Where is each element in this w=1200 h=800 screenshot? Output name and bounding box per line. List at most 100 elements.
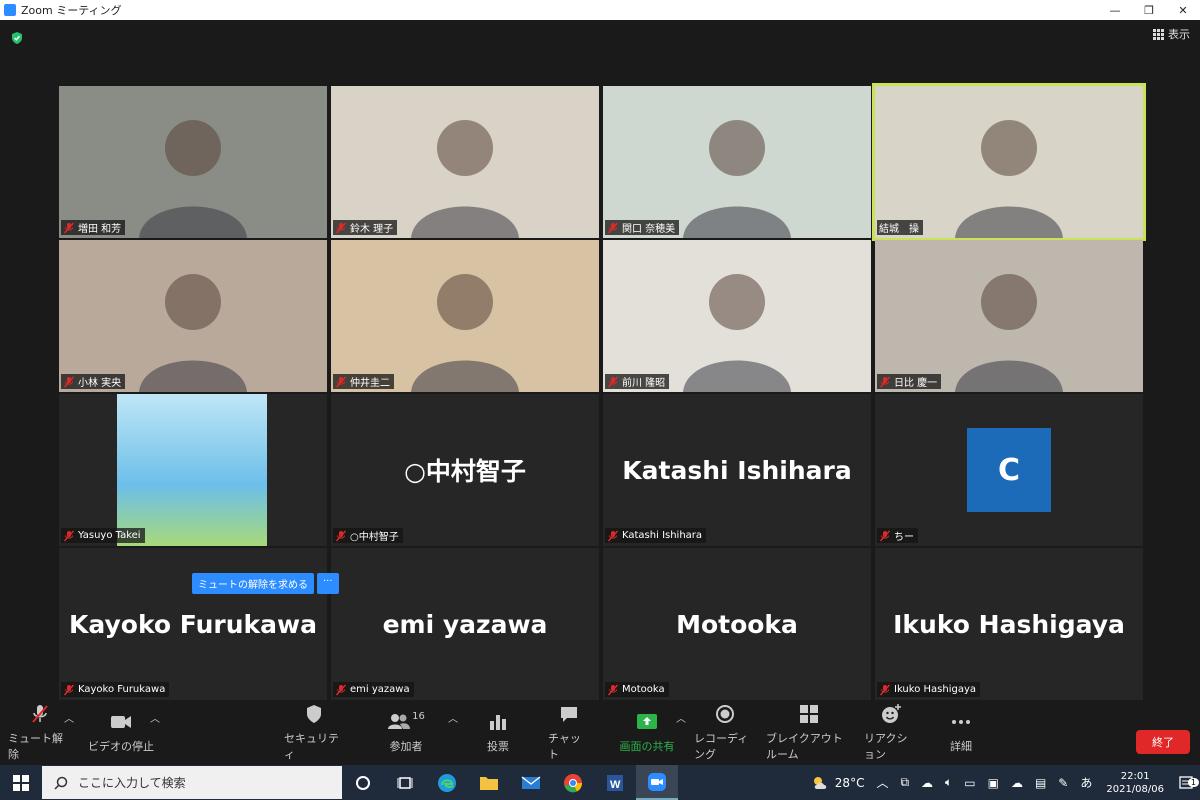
participant-tile[interactable]: ○中村智子 ○中村智子 — [331, 394, 599, 546]
edge-browser-icon — [438, 773, 456, 792]
cortana-circle-icon — [356, 775, 370, 790]
participant-tile[interactable]: C ちー — [875, 394, 1143, 546]
stop-video-button[interactable]: ビデオの停止 — [88, 700, 154, 765]
video-options-chevron-icon[interactable]: ︿ — [150, 710, 160, 725]
start-button[interactable] — [0, 765, 42, 800]
participant-display-name: ○中村智子 — [404, 457, 526, 486]
taskbar-search-box[interactable]: ここに入力して検索 — [42, 766, 342, 799]
participant-name-label: 増田 和芳 — [61, 220, 126, 235]
taskbar-word[interactable]: W — [594, 765, 636, 800]
participant-tile[interactable]: emi yazawa emi yazawa — [331, 548, 599, 700]
share-screen-button[interactable]: 画面の共有 — [618, 700, 676, 765]
polls-button[interactable]: 投票 — [478, 700, 518, 765]
participant-tile[interactable]: Yasuyo Takei — [59, 394, 327, 546]
share-options-chevron-icon[interactable]: ︿ — [676, 710, 686, 725]
tray-app-icon[interactable]: ⧉ — [894, 775, 915, 790]
share-screen-label: 画面の共有 — [619, 740, 675, 753]
ime-indicator[interactable]: あ — [1074, 774, 1098, 791]
participant-display-name: Kayoko Furukawa — [69, 609, 317, 639]
participant-tile[interactable]: 日比 慶一 — [875, 240, 1143, 392]
window-title: Zoom ミーティング — [21, 4, 122, 17]
tray-overflow-chevron-icon[interactable]: ︿ — [870, 774, 894, 791]
word-doc-icon: W — [607, 774, 623, 791]
participant-person-silhouette — [139, 274, 247, 392]
participant-name-label: Kayoko Furukawa — [61, 682, 170, 697]
muted-mic-icon — [335, 530, 347, 541]
reactions-button[interactable]: リアクション — [864, 700, 918, 765]
speaker-volume-icon[interactable]: 🔈︎ — [939, 775, 958, 790]
chat-bubble-icon — [561, 707, 577, 722]
pen-icon[interactable]: ✎ — [1052, 776, 1074, 790]
participants-label: 参加者 — [389, 740, 423, 753]
participant-tile[interactable]: 前川 隆昭 — [603, 240, 871, 392]
taskbar-zoom[interactable] — [636, 765, 678, 800]
participant-name: 関口 奈穂美 — [622, 224, 676, 235]
breakout-rooms-label: ブレイクアウトルーム — [766, 732, 843, 761]
participant-name: 鈴木 理子 — [350, 224, 394, 235]
taskbar-mail[interactable] — [510, 765, 552, 800]
end-meeting-button[interactable]: 終了 — [1136, 730, 1190, 754]
chat-button[interactable]: チャット — [548, 700, 590, 765]
video-camera-icon — [111, 716, 131, 728]
gift-app-icon[interactable]: ▣ — [982, 776, 1005, 790]
participant-person-silhouette — [955, 274, 1063, 392]
onedrive-cloud-icon[interactable]: ☁ — [915, 776, 939, 790]
participant-video — [875, 240, 1143, 392]
security-shield-icon — [307, 705, 321, 723]
participant-video — [875, 86, 1143, 238]
taskbar-clock[interactable]: 22:01 2021/08/06 — [1098, 770, 1172, 796]
folder-icon — [480, 776, 498, 790]
notification-count: 1 — [1187, 777, 1199, 787]
participant-tile[interactable]: Kayoko Furukawa Kayoko Furukawa — [59, 548, 327, 700]
muted-mic-icon — [335, 222, 347, 233]
participant-tile[interactable]: Katashi Ishihara Katashi Ishihara — [603, 394, 871, 546]
participant-name-label: emi yazawa — [333, 682, 414, 697]
participant-more-button[interactable]: ··· — [317, 573, 339, 594]
participant-name: 増田 和芳 — [78, 224, 122, 235]
weather-widget[interactable]: 28°C — [805, 775, 871, 791]
cloud-upload-icon[interactable]: ☁ — [1005, 776, 1029, 790]
minimize-button[interactable]: — — [1098, 0, 1132, 20]
participant-tile[interactable]: 小林 実央 — [59, 240, 327, 392]
unmute-button[interactable]: ミュート解除 — [8, 700, 72, 765]
participant-tile[interactable]: 仲井圭二 — [331, 240, 599, 392]
participant-name-label: 関口 奈穂美 — [605, 220, 680, 235]
participant-name-label: Yasuyo Takei — [61, 528, 145, 543]
maximize-button[interactable]: ❐ — [1132, 0, 1166, 20]
view-button[interactable]: 表示 — [1153, 26, 1190, 42]
ask-to-unmute-button[interactable]: ミュートの解除を求める — [192, 573, 314, 594]
more-button[interactable]: 詳細 — [940, 700, 982, 765]
notification-center-button[interactable]: 1 — [1172, 775, 1200, 791]
recording-button[interactable]: レコーディング — [694, 700, 756, 765]
share-screen-icon — [637, 714, 657, 729]
close-button[interactable]: ✕ — [1166, 0, 1200, 20]
taskbar-file-explorer[interactable] — [468, 765, 510, 800]
task-view-button[interactable] — [384, 765, 426, 800]
search-icon — [54, 776, 68, 790]
participants-options-chevron-icon[interactable]: ︿ — [448, 710, 458, 725]
taskbar-chrome[interactable] — [552, 765, 594, 800]
participant-tile[interactable]: 増田 和芳 — [59, 86, 327, 238]
participant-name: Ikuko Hashigaya — [894, 684, 976, 695]
security-button[interactable]: セキュリティ — [284, 700, 344, 765]
audio-options-chevron-icon[interactable]: ︿ — [64, 710, 74, 725]
participant-video — [331, 240, 599, 392]
participant-tile[interactable]: 鈴木 理子 — [331, 86, 599, 238]
participants-button[interactable]: 16 参加者 — [380, 700, 432, 765]
battery-icon[interactable]: ▭ — [958, 776, 981, 790]
participant-name: 前川 隆昭 — [622, 378, 666, 389]
participant-tile[interactable]: 結城 操 — [872, 83, 1146, 241]
participant-tile[interactable]: Motooka Motooka — [603, 548, 871, 700]
unmute-label: ミュート解除 — [8, 732, 63, 761]
participant-video — [59, 240, 327, 392]
participant-name: 日比 慶一 — [894, 378, 938, 389]
taskbar-edge[interactable] — [426, 765, 468, 800]
participant-tile[interactable]: 関口 奈穂美 — [603, 86, 871, 238]
participant-tile[interactable]: Ikuko Hashigaya Ikuko Hashigaya — [875, 548, 1143, 700]
network-icon[interactable]: ▤ — [1029, 776, 1052, 790]
clock-time: 22:01 — [1120, 770, 1150, 782]
cortana-button[interactable] — [342, 765, 384, 800]
participant-display-name: Katashi Ishihara — [622, 455, 852, 485]
breakout-rooms-button[interactable]: ブレイクアウトルーム — [766, 700, 852, 765]
encryption-shield-icon[interactable] — [10, 31, 24, 45]
